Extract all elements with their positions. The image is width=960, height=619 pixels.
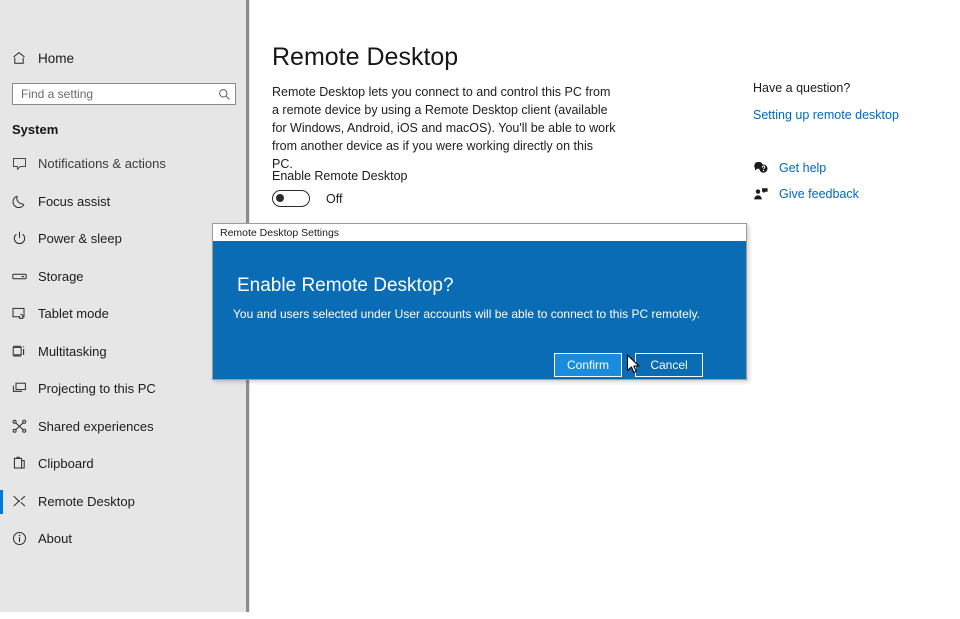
sidebar-item-remote-desktop[interactable]: Remote Desktop bbox=[0, 483, 244, 521]
sidebar-item-label: About bbox=[38, 531, 72, 547]
sidebar-item-clipboard[interactable]: Clipboard bbox=[0, 445, 244, 483]
settings-window: Settings bbox=[0, 0, 960, 619]
give-feedback-icon bbox=[753, 186, 779, 202]
tablet-icon bbox=[0, 305, 38, 322]
search-icon bbox=[213, 88, 235, 101]
multitasking-icon bbox=[0, 343, 38, 360]
page-title: Remote Desktop bbox=[272, 43, 459, 71]
sidebar-item-label: Remote Desktop bbox=[38, 493, 135, 509]
remote-desktop-icon bbox=[0, 493, 38, 510]
cancel-button[interactable]: Cancel bbox=[635, 353, 703, 377]
shared-experiences-icon bbox=[0, 418, 38, 435]
sidebar-item-storage[interactable]: Storage bbox=[0, 258, 244, 296]
storage-icon bbox=[0, 268, 38, 285]
sidebar-item-label: Storage bbox=[38, 268, 84, 284]
confirm-button[interactable]: Confirm bbox=[554, 353, 622, 377]
sidebar-item-projecting[interactable]: Projecting to this PC bbox=[0, 370, 244, 408]
sidebar-item-notifications-actions[interactable]: Notifications & actions bbox=[0, 145, 244, 183]
enable-remote-desktop-label: Enable Remote Desktop bbox=[272, 169, 408, 183]
sidebar-item-label: Tablet mode bbox=[38, 306, 109, 322]
sidebar-item-focus-assist[interactable]: Focus assist bbox=[0, 183, 244, 221]
sidebar-group-label: System bbox=[12, 122, 59, 137]
sidebar-item-shared-experiences[interactable]: Shared experiences bbox=[0, 408, 244, 446]
sidebar-item-power-sleep[interactable]: Power & sleep bbox=[0, 220, 244, 258]
power-icon bbox=[0, 230, 38, 247]
dialog-text: You and users selected under User accoun… bbox=[233, 307, 700, 321]
sidebar-nav: Notifications & actions Focus assist Pow… bbox=[0, 145, 244, 558]
toggle-knob bbox=[276, 194, 284, 202]
get-help-label: Get help bbox=[779, 161, 827, 175]
info-icon bbox=[0, 530, 38, 547]
sidebar-item-home[interactable]: Home bbox=[0, 44, 244, 72]
dialog-heading: Enable Remote Desktop? bbox=[237, 275, 454, 296]
sidebar-item-about[interactable]: About bbox=[0, 520, 244, 558]
notifications-icon bbox=[0, 155, 38, 172]
toggle-state-label: Off bbox=[326, 191, 343, 206]
setting-up-remote-desktop-link[interactable]: Setting up remote desktop bbox=[753, 108, 899, 122]
home-icon bbox=[0, 50, 38, 66]
dialog-body: Enable Remote Desktop? You and users sel… bbox=[213, 241, 746, 380]
sidebar-item-label: Notifications & actions bbox=[38, 156, 166, 172]
dialog-titlebar: Remote Desktop Settings bbox=[213, 224, 746, 241]
give-feedback-label: Give feedback bbox=[779, 187, 859, 201]
get-help-icon bbox=[753, 160, 779, 176]
get-help-action[interactable]: Get help bbox=[753, 160, 826, 176]
help-panel-title: Have a question? bbox=[753, 81, 851, 95]
dialog-titlebar-label: Remote Desktop Settings bbox=[220, 226, 340, 239]
sidebar-item-label: Power & sleep bbox=[38, 231, 122, 247]
sidebar-item-label: Clipboard bbox=[38, 456, 94, 472]
search-input[interactable] bbox=[13, 84, 213, 104]
give-feedback-action[interactable]: Give feedback bbox=[753, 186, 859, 202]
clipboard-icon bbox=[0, 455, 38, 472]
sidebar-item-label: Projecting to this PC bbox=[38, 381, 156, 397]
sidebar-item-label: Shared experiences bbox=[38, 418, 154, 434]
sidebar-item-label: Multitasking bbox=[38, 343, 107, 359]
search-box[interactable] bbox=[12, 83, 236, 105]
enable-remote-desktop-row: Off bbox=[272, 190, 342, 207]
dialog-buttons: Confirm Cancel bbox=[554, 353, 703, 377]
sidebar-item-home-label: Home bbox=[38, 50, 75, 66]
enable-remote-desktop-dialog: Remote Desktop Settings Enable Remote De… bbox=[212, 223, 747, 380]
enable-remote-desktop-toggle[interactable] bbox=[272, 190, 310, 207]
moon-icon bbox=[0, 193, 38, 210]
projecting-icon bbox=[0, 380, 38, 397]
selection-indicator bbox=[0, 489, 3, 514]
sidebar-item-tablet-mode[interactable]: Tablet mode bbox=[0, 295, 244, 333]
sidebar-item-multitasking[interactable]: Multitasking bbox=[0, 333, 244, 371]
page-description: Remote Desktop lets you connect to and c… bbox=[272, 85, 616, 171]
sidebar-item-label: Focus assist bbox=[38, 193, 111, 209]
